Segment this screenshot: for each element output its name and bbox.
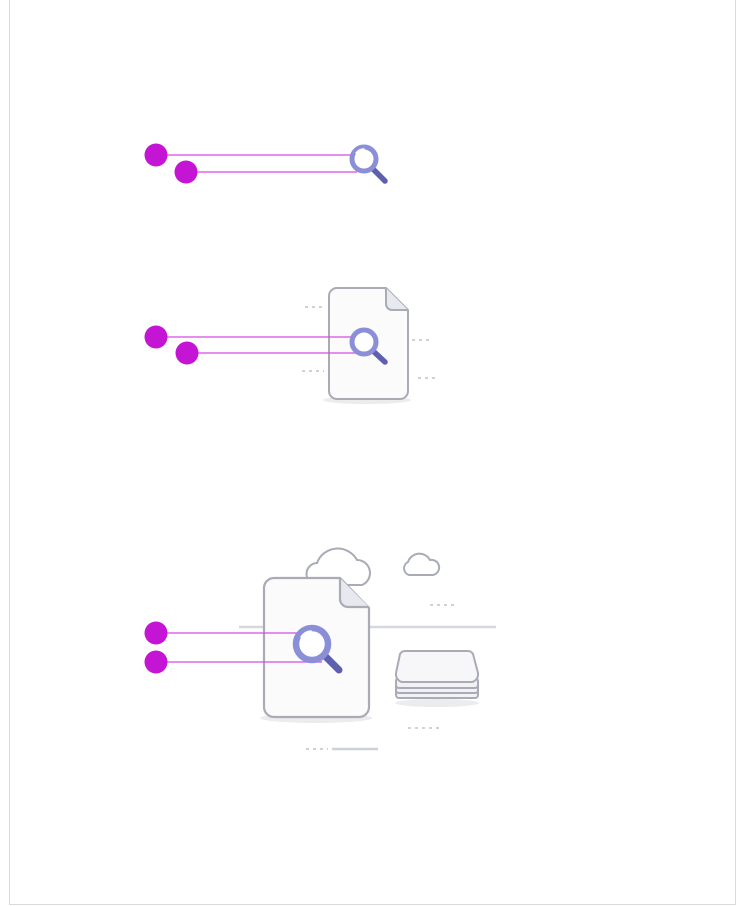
magnifier-icon [349,144,388,184]
illustration-document-search [144,287,438,404]
storage-stack-icon [394,650,480,707]
annotation-pin [175,341,199,365]
illustration-canvas [144,143,496,751]
annotation-pin [144,650,168,674]
illustration-cloud-document-storage [144,547,496,751]
cloud-icon [403,552,441,576]
annotation-pin [144,621,168,645]
annotation-pin [144,325,168,349]
annotation-pin [174,160,198,184]
illustration-magnifier-only [144,143,388,184]
annotation-pin [144,143,168,167]
